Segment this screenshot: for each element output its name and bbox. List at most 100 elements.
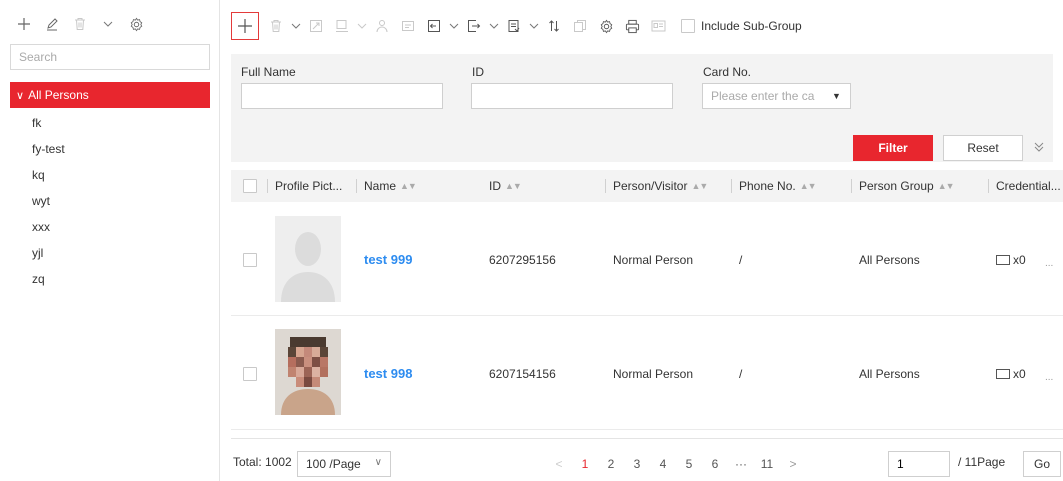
gear-icon[interactable]: [593, 13, 619, 39]
table-header: Profile Pict... Name ▲▼ ID ▲▼ Person/Visit…: [231, 170, 1063, 202]
page-numbers: < 1 2 3 4 5 6 ··· 11 >: [549, 455, 809, 473]
card-no-label: Card No.: [703, 65, 752, 79]
id-input[interactable]: [471, 83, 673, 109]
sort-icon[interactable]: ▲▼: [800, 181, 817, 191]
chevron-down-icon: ∨: [374, 457, 382, 468]
expand-icon[interactable]: [303, 13, 329, 39]
column-header-id[interactable]: ID ▲▼: [489, 170, 522, 202]
page-size-select[interactable]: 100 /Page ∨: [297, 451, 391, 477]
chevron-down-icon[interactable]: [447, 13, 461, 39]
person-type: Normal Person: [613, 252, 694, 267]
include-subgroup-label: Include Sub-Group: [701, 19, 802, 33]
tree-root-label: All Persons: [28, 88, 89, 102]
page-number[interactable]: 1: [575, 457, 595, 471]
chevron-down-icon[interactable]: [289, 13, 303, 39]
column-header-name[interactable]: Name ▲▼: [356, 170, 417, 202]
id-card-icon[interactable]: [645, 13, 671, 39]
delete-icon[interactable]: [263, 13, 289, 39]
chevron-down-icon[interactable]: [355, 13, 369, 39]
page-number[interactable]: 2: [601, 457, 621, 471]
tree-item[interactable]: zq: [32, 266, 65, 292]
row-checkbox[interactable]: [243, 317, 257, 430]
user-icon[interactable]: [369, 13, 395, 39]
document-icon[interactable]: [501, 13, 527, 39]
reset-button[interactable]: Reset: [943, 135, 1023, 161]
person-group: All Persons: [859, 366, 920, 381]
chevron-down-icon: ∨: [16, 89, 25, 102]
group-toolbar: [10, 12, 150, 36]
column-header-phone[interactable]: Phone No. ▲▼: [731, 170, 817, 202]
column-header-credential: Credential...: [988, 170, 1061, 202]
add-person-icon[interactable]: [231, 12, 259, 40]
page-number[interactable]: 11: [757, 457, 777, 471]
tree-root-all-persons[interactable]: ∨ All Persons: [10, 82, 210, 108]
total-count: Total: 1002: [233, 455, 292, 469]
tree-item[interactable]: yjl: [32, 240, 65, 266]
sort-icon[interactable]: [541, 13, 567, 39]
tree-item[interactable]: xxx: [32, 214, 65, 240]
filter-panel: Full Name ID Card No. ▼ Filter Reset: [231, 54, 1053, 162]
group-search-input[interactable]: [10, 44, 210, 70]
sort-icon[interactable]: ▲▼: [691, 181, 708, 191]
card-no-input[interactable]: [702, 83, 824, 109]
person-name-link[interactable]: test 998: [364, 366, 412, 381]
credential-count[interactable]: x0: [996, 203, 1026, 316]
page-ellipsis[interactable]: ···: [731, 457, 751, 471]
filter-button[interactable]: Filter: [853, 135, 933, 161]
page-number[interactable]: 4: [653, 457, 673, 471]
person-phone: /: [739, 252, 743, 267]
page-number[interactable]: 6: [705, 457, 725, 471]
delete-icon[interactable]: [66, 12, 94, 36]
person-name-link[interactable]: test 999: [364, 252, 412, 267]
include-subgroup-checkbox[interactable]: Include Sub-Group: [681, 19, 802, 33]
sort-icon[interactable]: ▲▼: [505, 181, 522, 191]
sort-icon[interactable]: ▲▼: [938, 181, 955, 191]
import-icon[interactable]: [421, 13, 447, 39]
add-icon[interactable]: [10, 12, 38, 36]
row-checkbox[interactable]: [243, 203, 257, 316]
tree-item[interactable]: kq: [32, 162, 65, 188]
jump-page-input[interactable]: [888, 451, 950, 477]
print-icon[interactable]: [619, 13, 645, 39]
person-group: All Persons: [859, 252, 920, 267]
more-icon[interactable]: ...: [1045, 207, 1053, 320]
select-all-checkbox[interactable]: [243, 170, 257, 202]
tree-children: fk fy-test kq wyt xxx yjl zq: [32, 110, 65, 292]
table-row[interactable]: test 998 6207154156 Normal Person / All …: [231, 317, 1063, 430]
full-name-input[interactable]: [241, 83, 443, 109]
page-number[interactable]: 5: [679, 457, 699, 471]
chevron-down-icon[interactable]: [527, 13, 541, 39]
collapse-icon[interactable]: [1031, 138, 1047, 156]
edit-icon[interactable]: [38, 12, 66, 36]
total-pages: / 11Page: [958, 455, 1006, 469]
copy-icon[interactable]: [567, 13, 593, 39]
full-name-label: Full Name: [241, 65, 296, 79]
tree-item[interactable]: wyt: [32, 188, 65, 214]
checkbox[interactable]: [681, 19, 695, 33]
more-icon[interactable]: ...: [1045, 321, 1053, 434]
chevron-down-icon[interactable]: [487, 13, 501, 39]
chevron-down-icon[interactable]: [94, 12, 122, 36]
next-page-icon[interactable]: >: [783, 457, 803, 471]
table-row[interactable]: test 999 6207295156 Normal Person / All …: [231, 203, 1063, 316]
person-toolbar: Include Sub-Group: [231, 12, 802, 40]
tree-item[interactable]: fy-test: [32, 136, 65, 162]
profile-photo: [275, 329, 341, 415]
person-id: 6207295156: [489, 252, 556, 267]
export-icon[interactable]: [461, 13, 487, 39]
credential-count[interactable]: x0: [996, 317, 1026, 430]
card-type-dropdown[interactable]: ▼: [823, 83, 851, 109]
tree-item[interactable]: fk: [32, 110, 65, 136]
go-button[interactable]: Go: [1023, 451, 1061, 477]
column-header-person-group[interactable]: Person Group ▲▼: [851, 170, 955, 202]
prev-page-icon[interactable]: <: [549, 457, 569, 471]
person-panel: Include Sub-Group Full Name ID Card No. …: [221, 0, 1063, 481]
person-type: Normal Person: [613, 366, 694, 381]
gear-icon[interactable]: [122, 12, 150, 36]
assign-icon[interactable]: [329, 13, 355, 39]
card-icon[interactable]: [395, 13, 421, 39]
id-label: ID: [472, 65, 484, 79]
page-number[interactable]: 3: [627, 457, 647, 471]
column-header-person-visitor[interactable]: Person/Visitor ▲▼: [605, 170, 708, 202]
sort-icon[interactable]: ▲▼: [400, 181, 417, 191]
